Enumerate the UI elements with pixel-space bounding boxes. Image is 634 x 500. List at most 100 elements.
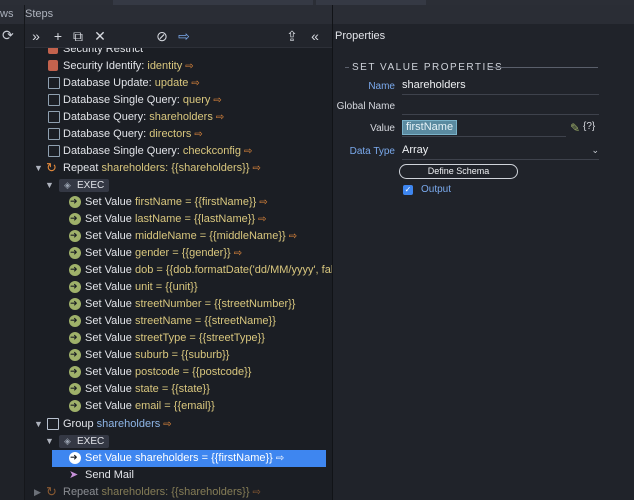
tree-row[interactable]: Set Value streetType = {{streetType}} [25,329,332,347]
row-value: streetType = {{streetType}} [134,332,265,344]
set-value-icon [69,449,81,466]
set-value-icon [69,210,81,227]
tree-row[interactable]: Database Single Query: checkconfig ⇨ [25,143,332,160]
name-label: Name [368,81,395,92]
tree-row[interactable]: ▼ EXEC [25,177,332,194]
tree-row[interactable]: Database Query: shareholders ⇨ [25,109,332,126]
set-value-icon [69,329,81,346]
delete-icon[interactable]: ✕ [91,27,109,45]
tree-row[interactable]: Set Value gender = {{gender}}⇨ [25,244,332,262]
row-label: Set Value [85,383,135,395]
link-icon: ⇨ [215,112,225,123]
output-label: Output [421,184,452,195]
tree-row[interactable]: Set Value state = {{state}} [25,380,332,398]
tree-row[interactable]: ▼ ↻ Repeat shareholders: {{shareholders}… [25,160,332,177]
set-value-icon [69,397,81,414]
steps-title: Steps [25,8,54,20]
expand-icon[interactable]: » [27,27,45,45]
row-value: middleName = {{middleName}} [134,230,286,242]
row-label: Set Value [85,452,135,464]
add-icon[interactable]: + [49,27,67,45]
row-label: Send Mail [85,469,134,481]
row-value: shareholders: {{shareholders}} [101,162,250,174]
section-divider [488,67,598,68]
set-value-icon [69,193,81,210]
set-value-icon [69,295,81,312]
row-value: unit = {{unit}} [134,281,198,293]
chevron-right-icon[interactable]: ▶ [34,484,41,500]
value-chip: firstName [402,120,458,135]
row-label: Set Value [85,298,135,310]
tree-row[interactable]: Database Update: update ⇨ [25,75,332,92]
tree-row[interactable]: Set Value dob = {{dob.formatDate('dd/MM/… [25,261,332,279]
define-schema-button[interactable]: Define Schema [399,164,518,179]
value-field[interactable]: firstName [402,118,566,137]
row-label: Set Value [85,247,135,259]
data-type-value: Array [402,144,429,156]
refresh-icon[interactable]: ⟳ [2,27,18,43]
tree-row[interactable]: Security Identify: identity ⇨ [25,58,332,75]
tree-row[interactable]: ➤ Send Mail [25,467,332,484]
tree-row[interactable]: Set Value suburb = {{suburb}} [25,346,332,364]
tree-row-disabled[interactable]: ▶ ↻ Repeat shareholders: {{shareholders}… [25,484,332,500]
output-checkbox[interactable]: ✓ [403,185,413,195]
row-value: streetNumber = {{streetNumber}} [134,298,296,310]
data-bindings-icon[interactable]: {?} [583,121,595,132]
collapse-icon[interactable]: « [306,27,324,45]
data-type-select[interactable]: Array ⌄ [402,141,599,160]
chevron-down-icon: ⌄ [591,145,599,155]
data-type-label: Data Type [349,146,395,157]
chevron-down-icon[interactable]: ▼ [45,433,54,450]
row-value: gender = {{gender}} [134,247,231,259]
pencil-icon[interactable]: ✎ [570,121,580,135]
tree-row[interactable]: Set Value firstName = {{firstName}}⇨ [25,193,332,211]
user-icon [48,60,58,71]
tree-row[interactable]: Set Value lastName = {{lastName}}⇨ [25,210,332,228]
tree-row[interactable]: Set Value unit = {{unit}} [25,278,332,296]
tree-row[interactable]: Security Restrict [25,48,332,58]
tree-row[interactable]: Set Value streetName = {{streetName}} [25,312,332,330]
tree-row-selected[interactable]: Set Value shareholders = {{firstName}}⇨ [52,449,326,467]
row-label: Set Value [85,213,135,225]
link-icon: ⇨ [191,78,200,89]
link-icon: ⇨ [163,419,172,430]
database-icon [48,77,60,89]
tree-row[interactable]: ▼ Group shareholders ⇨ [25,416,332,433]
section-divider [345,67,349,68]
move-icon[interactable]: ⇨ [175,27,193,45]
global-name-field[interactable] [402,96,599,115]
set-value-icon [69,278,81,295]
link-icon: ⇨ [243,146,253,157]
row-value: shareholders = {{firstName}} [134,452,273,464]
row-value: streetName = {{streetName}} [134,315,276,327]
export-icon[interactable]: ⇪ [283,27,301,45]
left-column-header: ws [0,5,24,24]
row-value: shareholders [149,111,213,123]
disable-icon[interactable]: ⊘ [153,27,171,45]
name-field[interactable]: shareholders [402,76,599,95]
chevron-down-icon[interactable]: ▼ [45,177,54,194]
row-value: update [154,77,189,89]
database-icon [48,94,60,106]
row-value: checkconfig [182,145,241,157]
database-icon [48,128,60,140]
row-label: Set Value [85,315,135,327]
row-value: email = {{email}} [134,400,215,412]
left-column: ws ⟳ [0,5,25,500]
tree-row[interactable]: Set Value streetNumber = {{streetNumber}… [25,295,332,313]
chevron-down-icon[interactable]: ▼ [34,416,43,433]
link-icon: ⇨ [288,231,298,242]
copy-icon[interactable]: ⧉ [69,27,87,45]
tree-row[interactable]: Set Value middleName = {{middleName}}⇨ [25,227,332,245]
tree-row[interactable]: Set Value postcode = {{postcode}} [25,363,332,381]
tree-row[interactable]: Database Single Query: query ⇨ [25,92,332,109]
set-value-icon [69,346,81,363]
set-value-icon [69,363,81,380]
row-value: shareholders: {{shareholders}} [101,486,250,498]
tree-row[interactable]: Set Value email = {{email}} [25,397,332,415]
tree-row[interactable]: ▼ EXEC [25,433,332,450]
tree-row[interactable]: Database Query: directors ⇨ [25,126,332,143]
link-icon: ⇨ [259,197,268,208]
repeat-icon: ↻ [46,160,57,175]
chevron-down-icon[interactable]: ▼ [34,160,43,177]
